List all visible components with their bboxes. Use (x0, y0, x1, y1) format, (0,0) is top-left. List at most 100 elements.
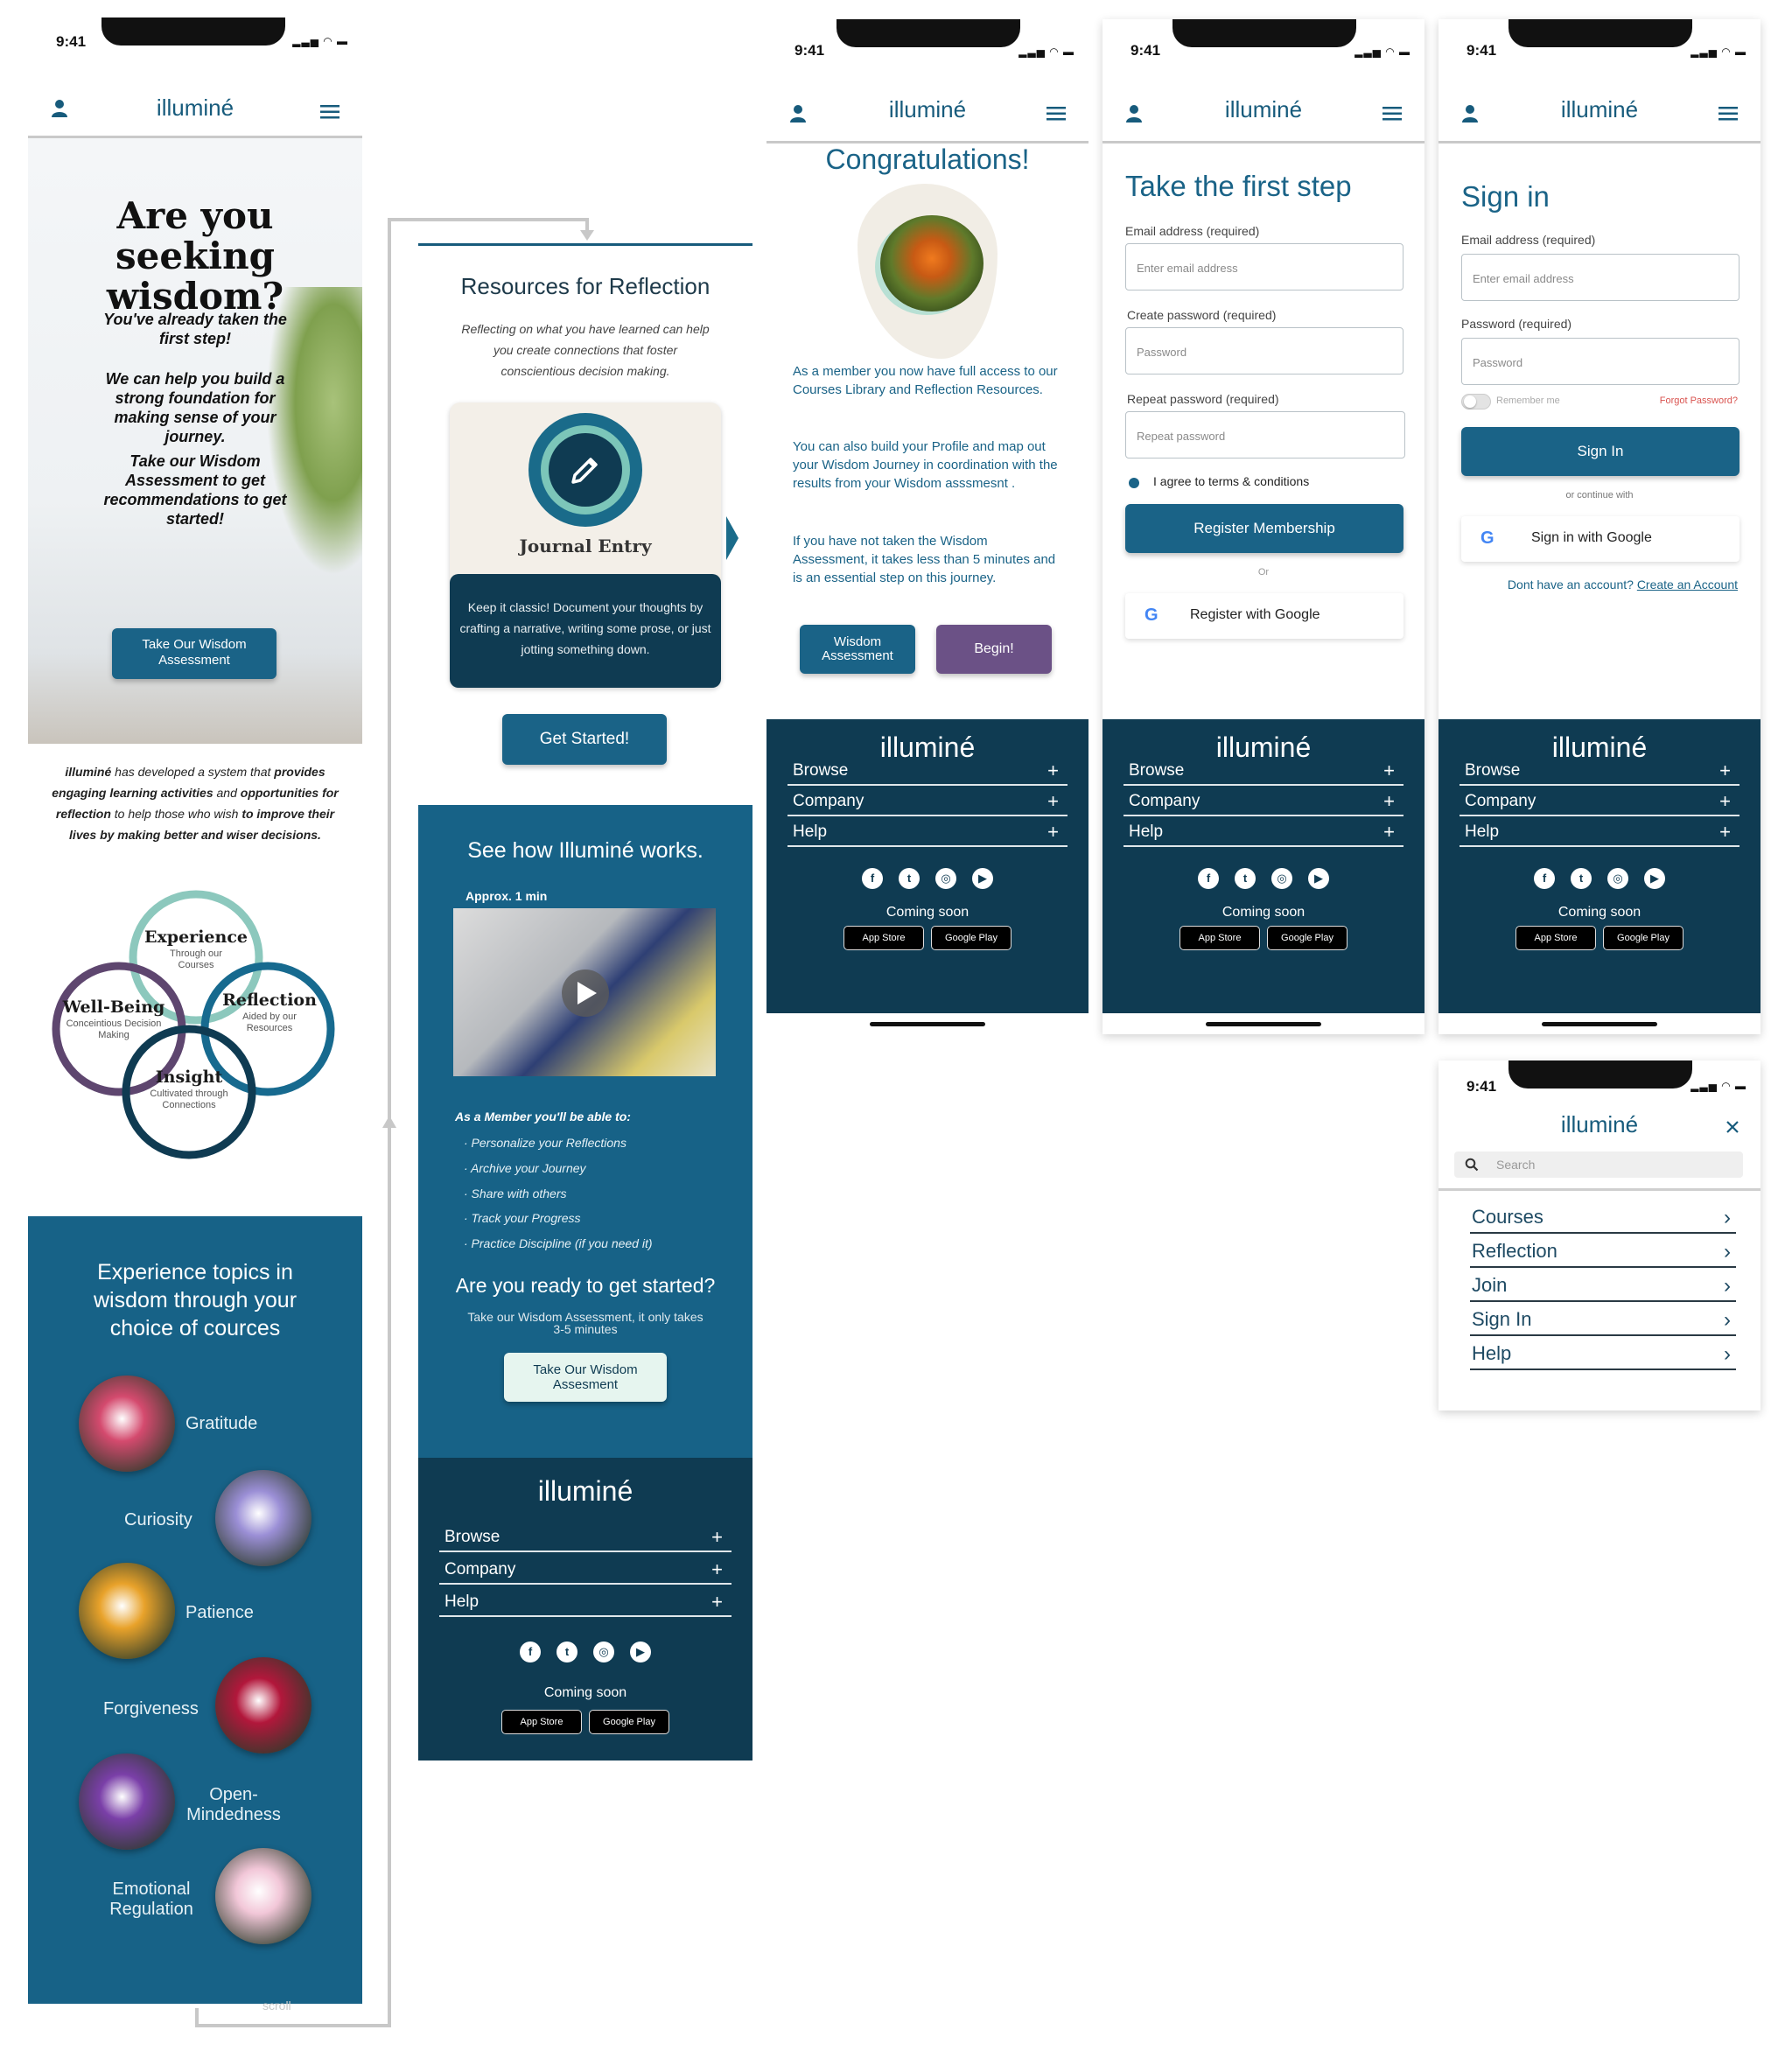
wisdom-assessment-button[interactable]: Wisdom Assessment (800, 625, 915, 674)
app-store-badge[interactable]: App Store (1180, 926, 1260, 950)
footer-company[interactable]: Company + (1124, 788, 1404, 816)
app-store-badge[interactable]: App Store (1516, 926, 1596, 950)
brand-logo[interactable]: illuminé (1438, 96, 1760, 123)
remember-me-toggle[interactable] (1461, 394, 1491, 410)
email-label: Email address (required) (1125, 224, 1260, 238)
take-assessment-light-button[interactable]: Take Our Wisdom Assesment (504, 1353, 667, 1402)
instagram-icon[interactable]: ◎ (1607, 868, 1628, 889)
topic-curiosity-label[interactable]: Curiosity (124, 1510, 192, 1530)
get-started-button[interactable]: Get Started! (502, 714, 667, 765)
footer-help[interactable]: Help + (788, 819, 1068, 847)
footer-company-label: Company (1465, 792, 1536, 810)
video-thumbnail[interactable] (453, 908, 716, 1076)
search-input[interactable]: Search (1454, 1152, 1743, 1178)
youtube-icon[interactable]: ▶ (630, 1642, 651, 1662)
footer-browse[interactable]: Browse + (1460, 758, 1740, 786)
google-play-badge[interactable]: Google Play (589, 1710, 669, 1734)
topic-patience-image[interactable] (79, 1563, 175, 1659)
footer-company[interactable]: Company + (439, 1557, 732, 1585)
facebook-icon[interactable]: f (520, 1642, 541, 1662)
twitter-icon[interactable]: t (556, 1642, 578, 1662)
begin-button[interactable]: Begin! (936, 625, 1052, 674)
footer-help[interactable]: Help + (439, 1589, 732, 1617)
email-field[interactable]: Enter email address (1461, 254, 1740, 301)
footer-company-label: Company (444, 1560, 516, 1578)
repeat-password-field[interactable]: Repeat password (1125, 411, 1405, 458)
hamburger-menu-icon[interactable] (1046, 107, 1066, 121)
footer-company[interactable]: Company + (788, 788, 1068, 816)
twitter-icon[interactable]: t (899, 868, 920, 889)
footer-help[interactable]: Help + (1124, 819, 1404, 847)
topic-open-mindedness-image[interactable] (79, 1754, 175, 1850)
status-bar: 9:41 ▂▃▅ ◠ ▬ (1438, 19, 1760, 72)
hamburger-menu-icon[interactable] (1382, 107, 1402, 121)
status-indicators: ▂▃▅ ◠ ▬ (1018, 46, 1074, 58)
topic-gratitude-image[interactable] (79, 1376, 175, 1472)
youtube-icon[interactable]: ▶ (972, 868, 993, 889)
facebook-icon[interactable]: f (1534, 868, 1555, 889)
google-play-badge[interactable]: Google Play (931, 926, 1012, 950)
footer-browse[interactable]: Browse + (1124, 758, 1404, 786)
twitter-icon[interactable]: t (1235, 868, 1256, 889)
brand-logo[interactable]: illuminé (766, 96, 1088, 123)
hamburger-menu-icon[interactable] (320, 105, 340, 119)
menu-item-help[interactable]: Help › (1470, 1340, 1736, 1370)
footer-browse[interactable]: Browse + (439, 1524, 732, 1552)
instagram-icon[interactable]: ◎ (1271, 868, 1292, 889)
register-membership-button[interactable]: Register Membership (1125, 504, 1404, 553)
app-store-badge[interactable]: App Store (501, 1710, 582, 1734)
carousel-next-icon[interactable] (726, 516, 740, 560)
sign-in-button[interactable]: Sign In (1461, 427, 1740, 476)
footer-help-label: Help (444, 1592, 480, 1611)
instagram-icon[interactable]: ◎ (593, 1642, 614, 1662)
menu-logo[interactable]: illuminé (1438, 1111, 1760, 1138)
facebook-icon[interactable]: f (1198, 868, 1219, 889)
app-store-badge[interactable]: App Store (844, 926, 924, 950)
footer-browse[interactable]: Browse + (788, 758, 1068, 786)
menu-divider (1438, 1188, 1760, 1191)
menu-item-courses[interactable]: Courses › (1470, 1204, 1736, 1234)
menu-item-join[interactable]: Join › (1470, 1272, 1736, 1302)
twitter-icon[interactable]: t (1571, 868, 1592, 889)
terms-label[interactable]: I agree to terms & conditions (1153, 474, 1309, 488)
notch (1508, 19, 1692, 47)
brand-logo[interactable]: illuminé (1102, 96, 1424, 123)
close-icon[interactable] (1726, 1120, 1740, 1134)
play-button-icon[interactable] (562, 970, 609, 1017)
pencil-icon (549, 433, 622, 507)
chevron-right-icon: › (1724, 1206, 1731, 1229)
google-play-badge[interactable]: Google Play (1267, 926, 1348, 950)
status-bar: 9:41 ▂▃▅ ◠ ▬ (28, 18, 362, 70)
topic-forgiveness-label[interactable]: Forgiveness (103, 1699, 199, 1719)
instagram-icon[interactable]: ◎ (935, 868, 956, 889)
video-duration: Approx. 1 min (466, 889, 548, 903)
plus-icon: + (711, 1591, 723, 1613)
register-google-button[interactable]: G Register with Google (1125, 593, 1404, 639)
password-field[interactable]: Password (1461, 338, 1740, 385)
password-field[interactable]: Password (1125, 327, 1404, 374)
menu-item-sign-in[interactable]: Sign In › (1470, 1306, 1736, 1336)
email-field[interactable]: Enter email address (1125, 243, 1404, 290)
terms-radio[interactable] (1129, 478, 1139, 488)
home-indicator (1206, 1022, 1321, 1026)
google-play-badge[interactable]: Google Play (1603, 926, 1684, 950)
footer-help[interactable]: Help + (1460, 819, 1740, 847)
create-account-row: Dont have an account? Create an Account (1508, 578, 1738, 592)
congrats-text-3: If you have not taken the Wisdom Assessm… (793, 534, 1056, 585)
home-indicator (870, 1022, 985, 1026)
journal-entry-card[interactable]: Journal Entry Keep it classic! Document … (450, 402, 721, 688)
status-bar: 9:41 ▂▃▅ ◠ ▬ (1438, 1060, 1760, 1113)
brand-logo[interactable]: illuminé (28, 94, 362, 122)
forgot-password-link[interactable]: Forgot Password? (1660, 396, 1738, 406)
hamburger-menu-icon[interactable] (1718, 107, 1738, 121)
topic-emotional-regulation-label[interactable]: Emotional Regulation (103, 1880, 200, 1920)
youtube-icon[interactable]: ▶ (1308, 868, 1329, 889)
signin-google-button[interactable]: G Sign in with Google (1461, 516, 1740, 562)
congrats-title: Congratulations! (825, 144, 1030, 175)
menu-item-reflection[interactable]: Reflection › (1470, 1238, 1736, 1268)
facebook-icon[interactable]: f (862, 868, 883, 889)
no-account-text: Dont have an account? (1507, 578, 1637, 592)
youtube-icon[interactable]: ▶ (1644, 868, 1665, 889)
create-account-link[interactable]: Create an Account (1637, 578, 1738, 592)
footer-company[interactable]: Company + (1460, 788, 1740, 816)
